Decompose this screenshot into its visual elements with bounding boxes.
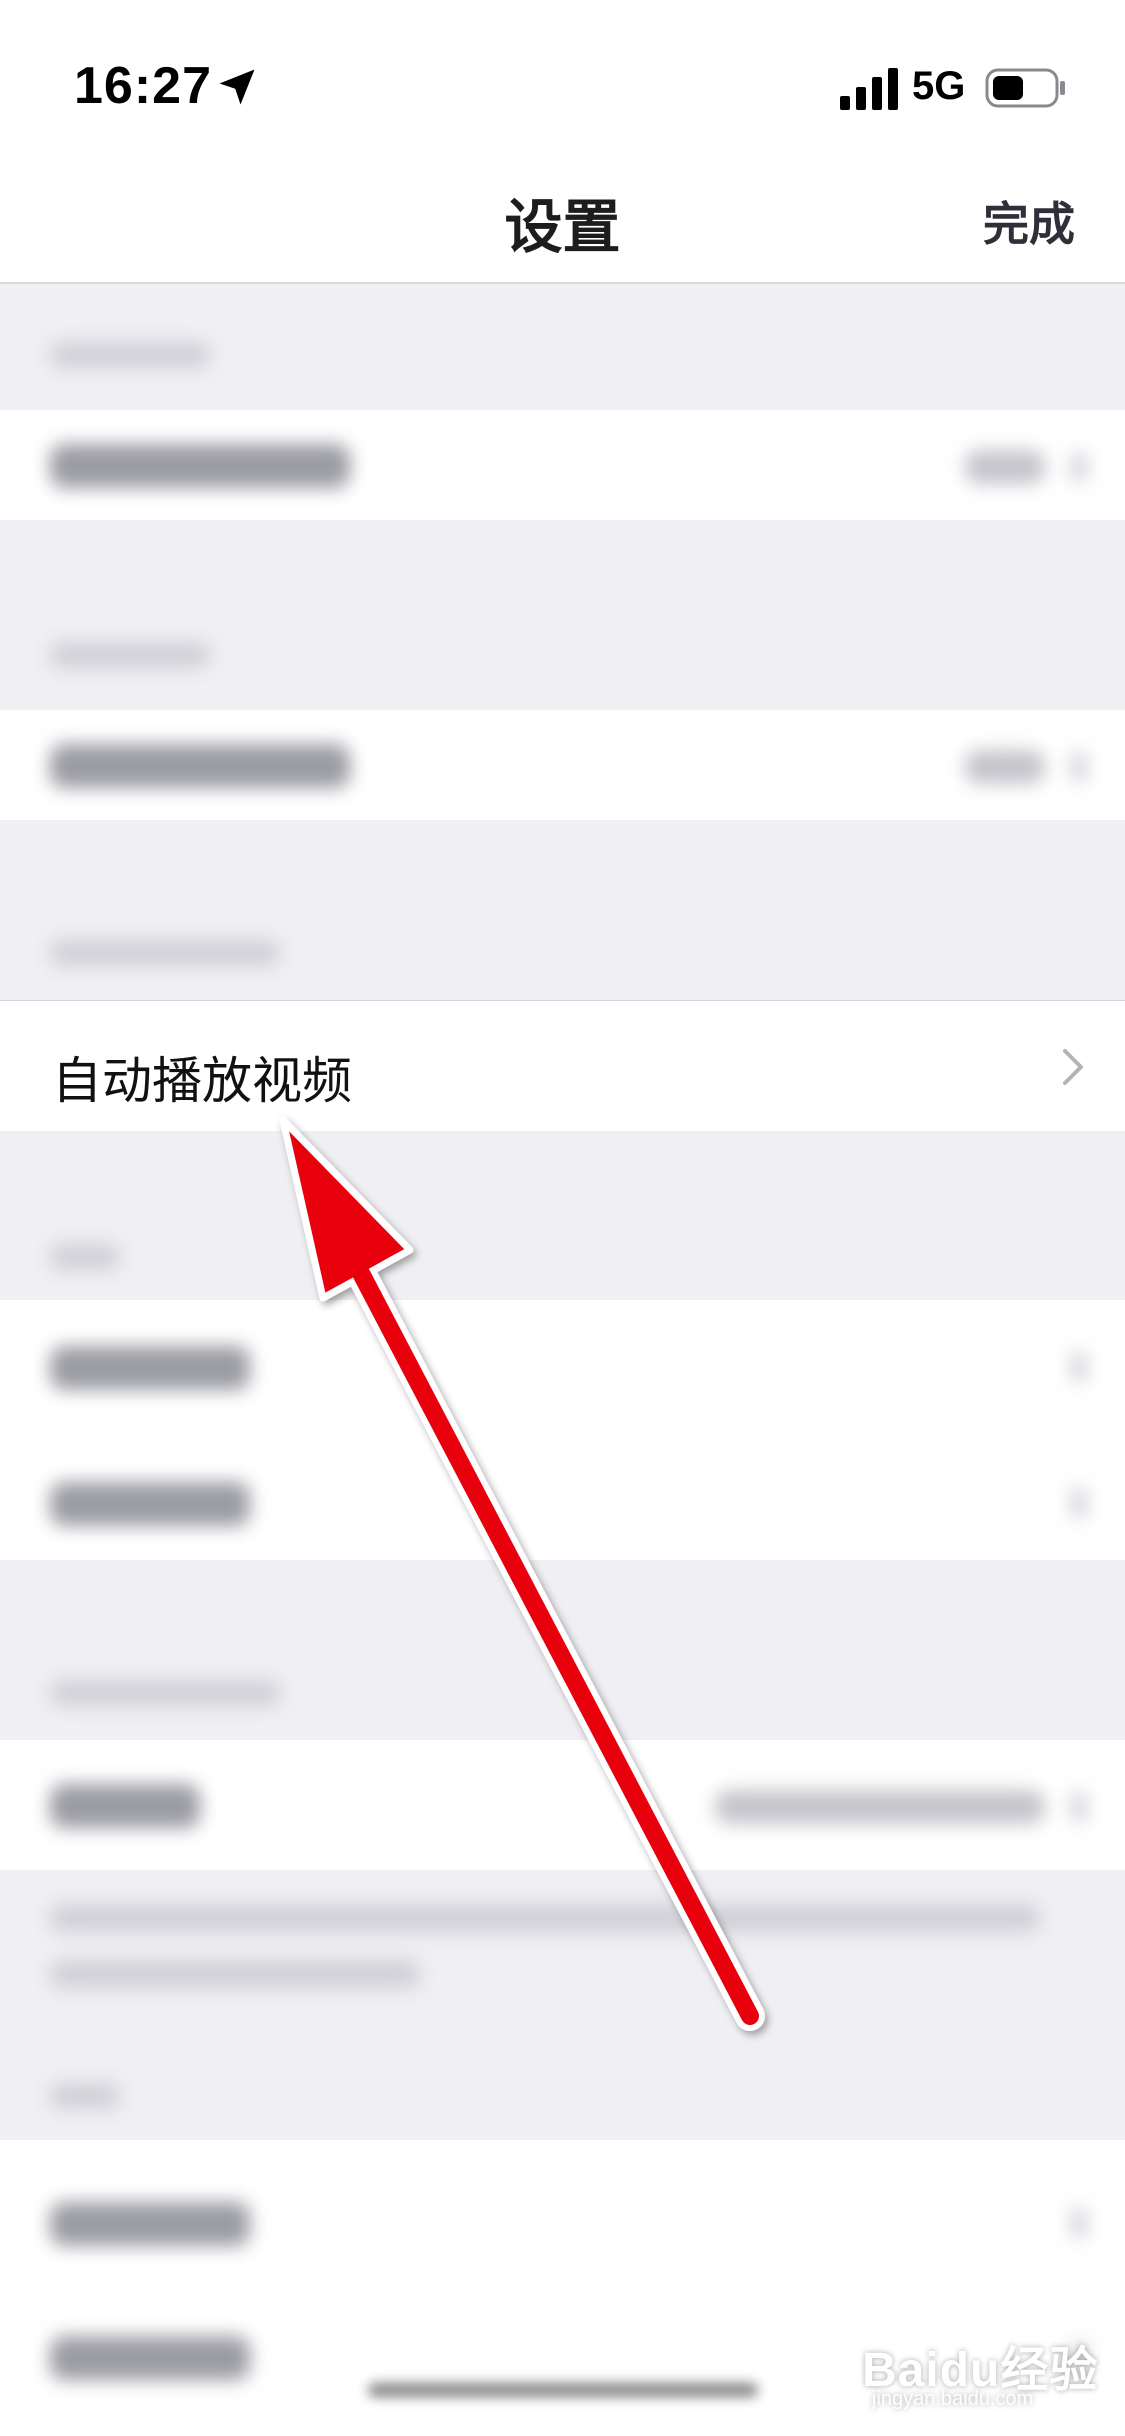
- row-label-blurred: [50, 744, 350, 788]
- row-label-blurred: [50, 1482, 250, 1526]
- chevron-right-icon: [1071, 2208, 1087, 2238]
- chevron-right-icon: [1063, 1049, 1083, 1085]
- location-arrow-icon: [219, 69, 255, 105]
- autoplay-video-label: 自动播放视频: [52, 1053, 352, 1109]
- row-label-blurred: [50, 1346, 250, 1390]
- chevron-right-icon: [1071, 1792, 1087, 1822]
- row-value-blurred: [965, 750, 1045, 784]
- home-indicator: [368, 2383, 758, 2397]
- footnote-blurred: [50, 1904, 1040, 1932]
- section-header-blurred: [50, 1244, 120, 1270]
- status-bar: 16:27 5G: [0, 0, 1125, 150]
- row-label-blurred: [50, 2202, 250, 2246]
- settings-row-blurred[interactable]: [0, 1740, 1125, 1870]
- row-label-blurred: [50, 2336, 250, 2380]
- chevron-right-icon: [1071, 452, 1087, 482]
- battery-icon: [985, 68, 1065, 108]
- page-title: 设置: [504, 195, 621, 260]
- status-time: 16:27: [74, 57, 212, 115]
- chevron-right-icon: [1071, 1488, 1087, 1518]
- row-value-blurred: [715, 1790, 1045, 1824]
- signal-bars-icon: [840, 68, 898, 110]
- section-header-blurred: [50, 342, 210, 368]
- autoplay-video-row[interactable]: 自动播放视频: [0, 1000, 1125, 1131]
- chevron-right-icon: [1071, 752, 1087, 782]
- footnote-blurred: [50, 1960, 420, 1988]
- section-header-blurred: [50, 940, 280, 966]
- settings-row-blurred[interactable]: [0, 710, 1125, 820]
- baidu-watermark: Baidu经验 jingyan.baidu.com: [862, 2330, 1098, 2410]
- settings-row-blurred[interactable]: [0, 410, 1125, 520]
- chevron-right-icon: [1071, 1352, 1087, 1382]
- done-button[interactable]: 完成: [983, 188, 1075, 254]
- row-label-blurred: [50, 444, 350, 488]
- section-header-blurred: [50, 1680, 280, 1706]
- section-header-blurred: [50, 642, 210, 668]
- row-label-blurred: [50, 1784, 200, 1828]
- watermark-url: jingyan.baidu.com: [872, 2388, 1034, 2410]
- row-value-blurred: [965, 450, 1045, 484]
- network-type: 5G: [912, 64, 966, 108]
- settings-group-blurred: [0, 1300, 1125, 1560]
- navigation-bar: 设置 完成: [0, 150, 1125, 284]
- section-header-blurred: [50, 2083, 120, 2109]
